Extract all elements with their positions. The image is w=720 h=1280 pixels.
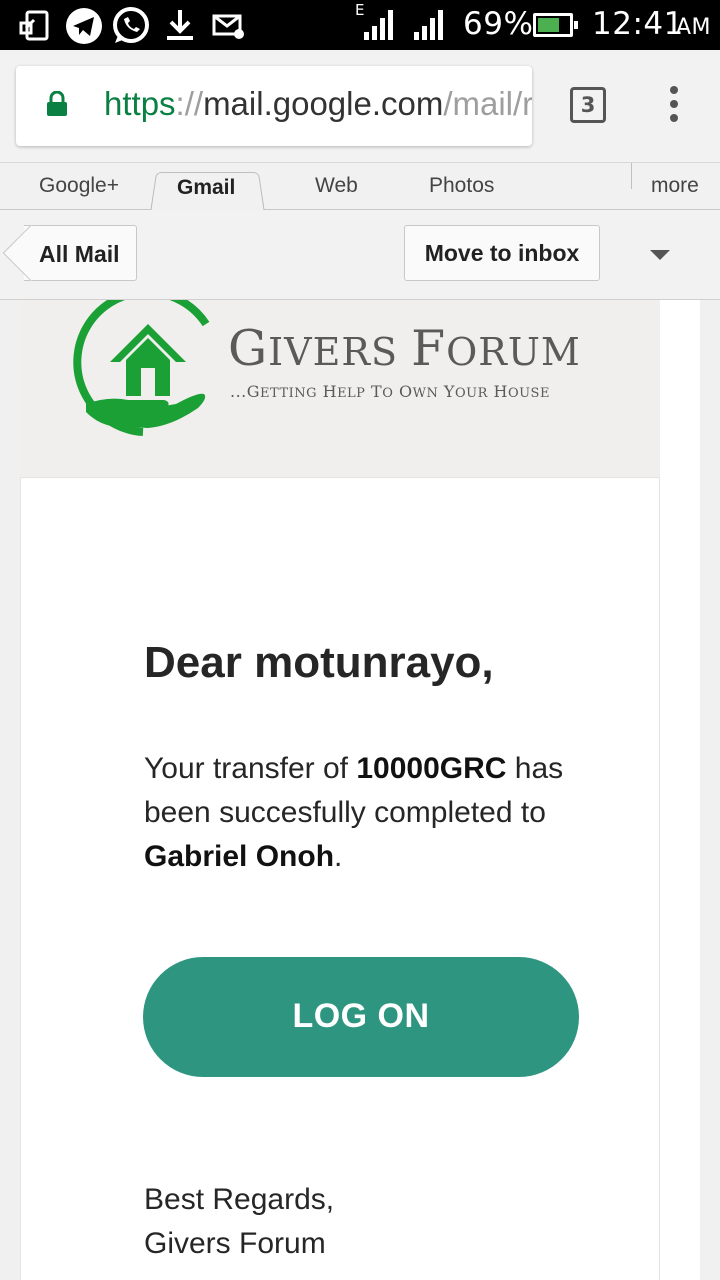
battery-percent: 69%	[463, 6, 534, 42]
tab-switcher-button[interactable]: 3	[570, 87, 606, 123]
email-body: GIVERS FORUM ...GETTING HELP TO OWN YOUR…	[0, 300, 720, 1280]
log-on-button[interactable]: LOG ON	[143, 957, 579, 1077]
status-bar: E 69% 12:41 AM	[0, 0, 720, 50]
house-hand-logo-icon	[73, 300, 210, 436]
lock-icon	[47, 91, 67, 116]
email-card: Dear motunrayo, Your transfer of 10000GR…	[20, 477, 660, 1280]
regards-line-2: Givers Forum	[144, 1227, 326, 1260]
message-text-3: .	[334, 840, 343, 873]
url-path: /mail/r	[443, 85, 532, 122]
signal-icon	[414, 10, 443, 40]
signature: Best Regards, Givers Forum	[144, 1178, 334, 1266]
url-scheme: https	[104, 85, 176, 122]
download-icon	[167, 10, 193, 40]
battery-fill	[538, 18, 559, 32]
message-body: Your transfer of 10000GRC has been succe…	[144, 747, 584, 879]
google-bar: Google+ Gmail Web Photos more	[0, 162, 720, 213]
brand-name: GIVERS FORUM	[228, 320, 581, 377]
clock-ampm: AM	[676, 15, 712, 40]
url-text: https://mail.google.com/mail/r	[104, 85, 532, 123]
gbar-divider	[631, 163, 632, 189]
gbar-item-googleplus[interactable]: Google+	[39, 174, 119, 198]
browser-toolbar: https://mail.google.com/mail/r 3	[0, 50, 720, 162]
screen-mirror-icon	[19, 10, 49, 41]
url-separator: ://	[175, 85, 204, 122]
move-to-inbox-button[interactable]: Move to inbox	[404, 225, 600, 281]
more-actions-dropdown-icon[interactable]	[650, 250, 670, 260]
clock: 12:41	[592, 6, 684, 42]
gbar-item-web[interactable]: Web	[315, 174, 358, 198]
brand-name-rest: IVERS	[268, 330, 412, 374]
url-bar[interactable]: https://mail.google.com/mail/r	[16, 66, 532, 146]
gbar-item-photos[interactable]: Photos	[429, 174, 494, 198]
recipient-name: Gabriel Onoh	[144, 840, 335, 873]
all-mail-back-button[interactable]: All Mail	[2, 224, 137, 282]
signal-icon	[364, 10, 393, 40]
message-text-1: Your transfer of	[144, 752, 357, 785]
gbar-item-gmail[interactable]: Gmail	[177, 176, 235, 200]
mail-action-bar: All Mail Move to inbox	[0, 210, 720, 300]
transfer-amount: 10000GRC	[356, 752, 507, 785]
gbar-item-more[interactable]: more	[651, 174, 699, 198]
telegram-icon	[66, 8, 102, 44]
battery-icon	[533, 13, 578, 37]
whatsapp-icon	[113, 7, 149, 43]
regards-line-1: Best Regards,	[144, 1183, 335, 1216]
all-mail-label: All Mail	[39, 241, 120, 267]
brand-tagline: ...GETTING HELP TO OWN YOUR HOUSE	[230, 382, 550, 401]
greeting: Dear motunrayo,	[144, 638, 494, 687]
email-header-banner: GIVERS FORUM ...GETTING HELP TO OWN YOUR…	[20, 300, 660, 477]
url-host: mail.google.com	[203, 85, 444, 122]
overflow-menu-icon[interactable]	[664, 86, 684, 126]
mail-muted-icon	[212, 14, 244, 39]
